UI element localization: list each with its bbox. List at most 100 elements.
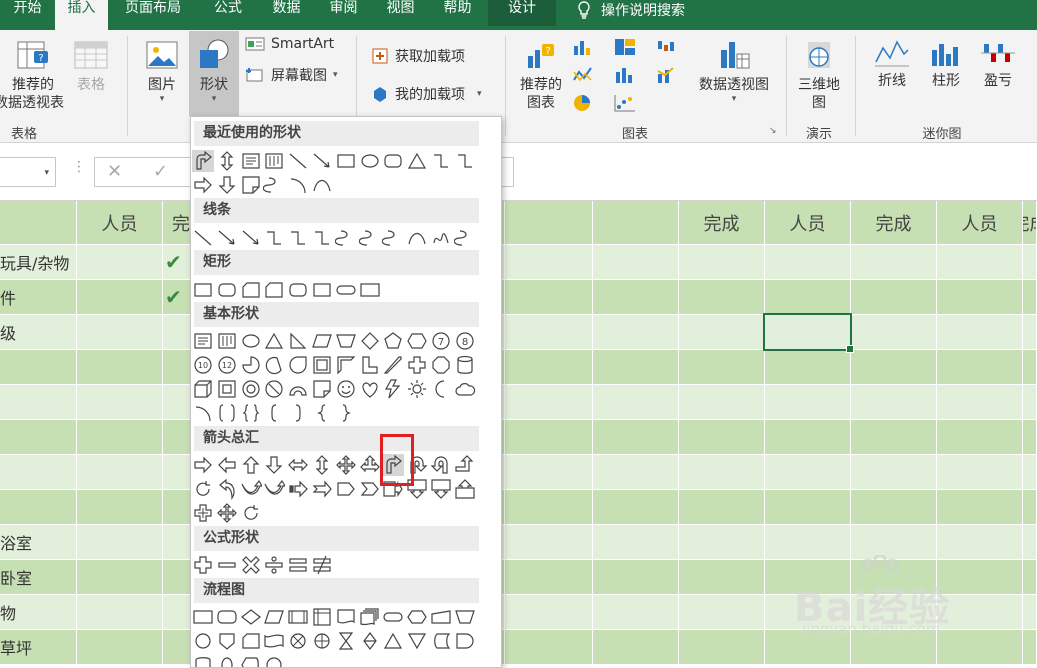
shape-frame-icon[interactable] <box>311 354 333 376</box>
shape-elbow-icon[interactable] <box>430 150 452 172</box>
name-box[interactable]: ▾ <box>0 157 56 187</box>
grid-cell[interactable] <box>851 385 937 420</box>
shape-noSym-icon[interactable] <box>263 378 285 400</box>
grid-cell[interactable] <box>765 245 851 280</box>
shape-rrect-icon[interactable] <box>216 279 238 301</box>
shape-quad-icon[interactable] <box>335 454 357 476</box>
shape-fc-or-icon[interactable] <box>311 630 333 652</box>
grid-cell[interactable] <box>937 245 1023 280</box>
shape-fc-merge-icon[interactable] <box>406 630 428 652</box>
shape-curve-icon[interactable] <box>406 227 428 249</box>
shape-circarrow-icon[interactable] <box>240 502 262 524</box>
grid-cell[interactable] <box>679 385 765 420</box>
shape-fc-tape-icon[interactable] <box>263 630 285 652</box>
grid-cell[interactable] <box>593 455 679 490</box>
shape-lbracket-icon[interactable] <box>263 402 285 424</box>
grid-cell[interactable] <box>593 385 679 420</box>
shape-luturn-icon[interactable] <box>430 454 452 476</box>
grid-cell[interactable] <box>505 455 593 490</box>
shape-callU-icon[interactable] <box>454 478 476 500</box>
shape-fc-card-icon[interactable] <box>240 279 262 301</box>
tab-formulas[interactable]: 公式 <box>198 0 258 26</box>
grid-cell[interactable] <box>77 595 163 630</box>
grid-cell[interactable] <box>679 560 765 595</box>
tab-insert[interactable]: 插入 <box>55 0 108 30</box>
shape-curveU-icon[interactable] <box>263 478 287 500</box>
shape-diag-icon[interactable] <box>382 354 404 376</box>
grid-cell[interactable]: 件 <box>0 280 77 315</box>
grid-cell[interactable] <box>593 595 679 630</box>
grid-cell[interactable] <box>77 385 163 420</box>
grid-cell[interactable] <box>1023 490 1037 525</box>
grid-cell[interactable] <box>937 385 1023 420</box>
shape-fc-card-icon[interactable] <box>240 630 262 652</box>
grid-cell[interactable] <box>77 315 163 350</box>
grid-cell[interactable] <box>77 630 163 665</box>
grid-cell[interactable] <box>851 490 937 525</box>
shape-left-icon[interactable] <box>216 454 238 476</box>
shape-fc-man-icon[interactable] <box>430 606 452 628</box>
shape-elbow-icon[interactable] <box>454 150 476 172</box>
grid-cell[interactable] <box>593 525 679 560</box>
shape-plus-icon[interactable] <box>192 554 214 576</box>
grid-cell[interactable] <box>77 560 163 595</box>
shape-tri-icon[interactable] <box>263 330 285 352</box>
shape-scurve-icon[interactable] <box>453 227 476 249</box>
combo-chart-icon[interactable] <box>656 66 678 84</box>
grid-cell[interactable] <box>679 525 765 560</box>
header-cell[interactable] <box>505 201 593 245</box>
grid-cell[interactable] <box>0 385 77 420</box>
grid-cell[interactable] <box>77 455 163 490</box>
grid-cell[interactable] <box>765 385 851 420</box>
grid-cell[interactable] <box>505 525 593 560</box>
shape-fc-dec-icon[interactable] <box>240 606 262 628</box>
shape-heart-icon[interactable] <box>359 378 381 400</box>
shape-plus-icon[interactable] <box>406 354 428 376</box>
shape-num10-icon[interactable]: 10 <box>192 354 214 376</box>
shape-curveL-icon[interactable] <box>216 478 238 500</box>
shape-chord-icon[interactable] <box>263 354 285 376</box>
grid-cell[interactable] <box>679 315 765 350</box>
drag-handle-icon[interactable]: ⋮ <box>72 159 86 175</box>
shape-line-icon[interactable] <box>192 227 214 249</box>
grid-cell[interactable] <box>765 280 851 315</box>
shape-fc-multi-icon[interactable] <box>359 606 381 628</box>
grid-cell[interactable] <box>679 420 765 455</box>
shape-sun-icon[interactable] <box>406 378 428 400</box>
grid-cell[interactable] <box>851 350 937 385</box>
shape-pentagon-icon[interactable] <box>382 330 404 352</box>
scatter-chart-icon[interactable] <box>614 94 636 112</box>
shape-vtext-icon[interactable] <box>216 330 238 352</box>
grid-cell[interactable] <box>0 420 77 455</box>
grid-cell[interactable] <box>765 420 851 455</box>
shape-scurve-icon[interactable] <box>263 174 285 196</box>
shape-fc-store-icon[interactable] <box>430 630 452 652</box>
shape-notch-icon[interactable] <box>311 478 333 500</box>
grid-cell[interactable] <box>505 315 593 350</box>
grid-cell[interactable] <box>937 315 1023 350</box>
grid-cell[interactable] <box>937 350 1023 385</box>
column-chart-icon[interactable] <box>572 38 594 56</box>
grid-cell[interactable] <box>851 315 937 350</box>
tab-home[interactable]: 开始 <box>0 0 55 26</box>
shape-bolt-icon[interactable] <box>382 378 404 400</box>
line-chart-icon[interactable] <box>572 66 594 84</box>
grid-cell[interactable] <box>505 245 593 280</box>
recommended-pivot-button[interactable]: ? 推荐的 数据透视表 <box>0 38 66 112</box>
shape-arrowline-icon[interactable] <box>311 150 333 172</box>
grid-cell[interactable] <box>0 490 77 525</box>
shape-vtext-icon[interactable] <box>263 150 285 172</box>
shape-fc-term-icon[interactable] <box>335 279 357 301</box>
tab-review[interactable]: 审阅 <box>315 0 372 26</box>
shape-pie-icon[interactable] <box>240 354 262 376</box>
active-cell[interactable] <box>763 313 854 353</box>
shape-num7-icon[interactable]: 7 <box>430 330 452 352</box>
cancel-icon[interactable]: ✕ <box>107 161 122 182</box>
shape-fc-alt-icon[interactable] <box>216 606 238 628</box>
shape-fc-disp-icon[interactable] <box>240 654 262 667</box>
pie-chart-icon[interactable] <box>572 94 594 112</box>
shape-quad-icon[interactable] <box>216 502 238 524</box>
shape-tear-icon[interactable] <box>287 354 309 376</box>
shape-curve-icon[interactable] <box>311 174 333 196</box>
sparkline-column-button[interactable]: 柱形 <box>920 38 972 90</box>
